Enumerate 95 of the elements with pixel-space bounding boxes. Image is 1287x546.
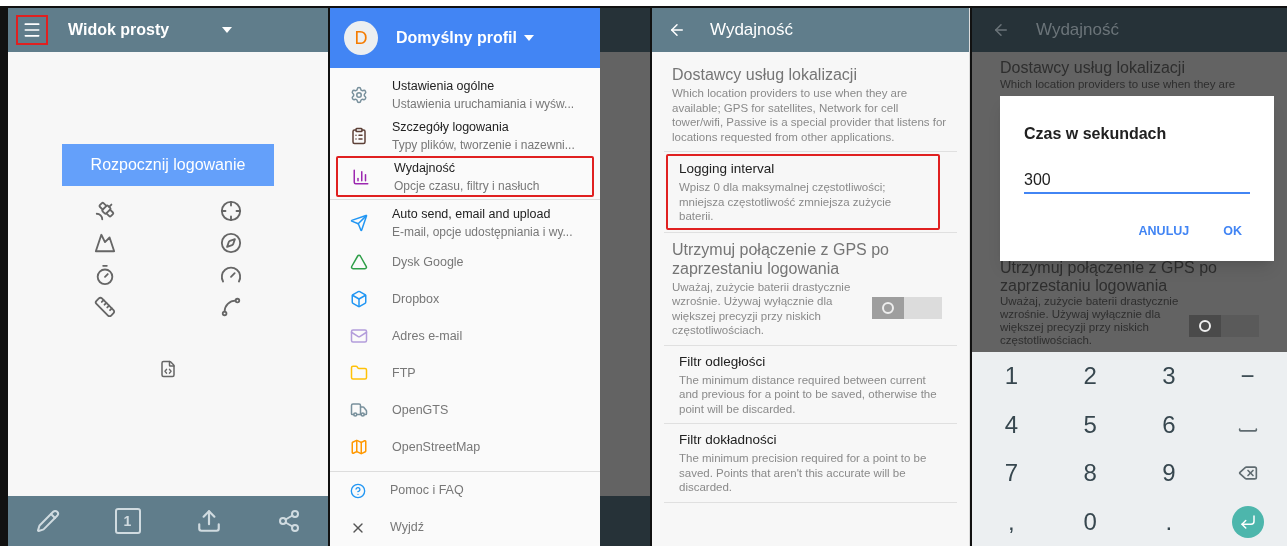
setting-title: Filtr dokładności bbox=[679, 431, 778, 449]
keyboard-key[interactable]: 4 bbox=[972, 400, 1051, 449]
drawer-item-title: Adres e-mail bbox=[392, 327, 463, 345]
drawer-item-subtitle: E-mail, opcje udostępniania i wy... bbox=[392, 223, 573, 241]
drawer-item-title: Ustawienia ogólne bbox=[392, 77, 496, 95]
keyboard-key[interactable]: 2 bbox=[1050, 352, 1130, 401]
compass-icon bbox=[220, 232, 242, 254]
drawer-footer-item[interactable]: Pomoc i FAQ bbox=[330, 472, 600, 509]
drawer-item[interactable]: OpenStreetMap bbox=[336, 428, 594, 465]
stopwatch-icon bbox=[94, 264, 116, 286]
setting-description: The minimum precision required for a point to be saved. Points that aren't this accurate will be discarded. bbox=[679, 451, 928, 495]
path-icon bbox=[220, 296, 242, 318]
drawer-item-title: Dysk Google bbox=[392, 253, 464, 271]
screen-title: Wydajność bbox=[710, 19, 793, 42]
view-title[interactable]: Widok prosty bbox=[68, 18, 170, 42]
setting-description: Uważaj, zużycie baterii drastycznie wzrośnie. Używaj wyłącznie dla większej precyzji przy niskich częstotliwościach. bbox=[672, 279, 852, 338]
help-icon bbox=[350, 482, 366, 499]
setting-description: Wpisz 0 dla maksymalnej częstotliwości; mniejsza częstotliwość zmniejsza zużycie baterii. bbox=[679, 180, 893, 224]
envelope-icon bbox=[350, 326, 368, 345]
dropdown-caret-icon bbox=[522, 34, 535, 42]
setting-item[interactable]: Filtr odległości The minimum distance required between current and previous for a point to be saved, otherwise the point will be discarded. bbox=[664, 345, 957, 424]
menu-button[interactable] bbox=[16, 15, 48, 45]
triangle-icon bbox=[350, 252, 368, 271]
setting-item[interactable]: Filtr dokładności The minimum precision required for a point to be saved. Points that aren't this accurate will be discarded. bbox=[664, 424, 957, 503]
drawer-item[interactable]: Dysk Google bbox=[336, 243, 594, 280]
setting-title: Filtr odległości bbox=[679, 352, 767, 371]
keyboard-key[interactable]: 1 bbox=[972, 352, 1051, 401]
drawer-item[interactable]: Ustawienia ogólne Ustawienia uruchamiania i wyśw... bbox=[336, 74, 594, 115]
keyboard-key[interactable]: 8 bbox=[1050, 449, 1130, 498]
pencil-icon[interactable] bbox=[35, 509, 60, 533]
folder-icon bbox=[350, 363, 368, 382]
send-icon bbox=[350, 213, 368, 232]
file-icon bbox=[159, 360, 177, 378]
ruler-icon bbox=[94, 296, 116, 318]
avatar: D bbox=[344, 21, 378, 55]
keyboard-key[interactable]: , bbox=[972, 497, 1051, 546]
drawer-item[interactable]: OpenGTS bbox=[336, 391, 594, 428]
truck-icon bbox=[350, 400, 368, 419]
dialog-button[interactable]: OK bbox=[1223, 222, 1242, 241]
mountain-icon bbox=[94, 232, 116, 254]
keyboard-key[interactable]: 6 bbox=[1129, 400, 1209, 449]
drawer-item-subtitle: Typy plików, tworzenie i nazewni... bbox=[392, 136, 575, 154]
drawer-item-title: OpenGTS bbox=[392, 401, 449, 419]
back-icon[interactable] bbox=[668, 21, 686, 39]
drawer-item-subtitle: Opcje czasu, filtry i nasłuch bbox=[394, 177, 540, 195]
keyboard-key[interactable]: 5 bbox=[1050, 400, 1130, 449]
keyboard-key[interactable]: 0 bbox=[1050, 497, 1130, 546]
drawer-footer-item[interactable]: Wyjdź bbox=[330, 509, 600, 546]
setting-item[interactable]: Utrzymuj połączenie z GPS po zaprzestaniu logowania Uważaj, zużycie baterii drastycznie wzrośnie. Używaj wyłącznie dla większej precyzji przy niskich częstotliwościach. bbox=[664, 232, 957, 346]
keyboard-key[interactable]: 7 bbox=[972, 449, 1051, 498]
bar-chart-icon bbox=[352, 167, 370, 186]
target-icon bbox=[220, 200, 242, 222]
screen-title: Wydajność bbox=[1036, 19, 1119, 42]
drawer-item[interactable]: Szczegóły logowania Typy plików, tworzenie i nazewni... bbox=[336, 115, 594, 156]
upload-icon[interactable] bbox=[195, 508, 222, 534]
setting-title: Dostawcy usług lokalizacji bbox=[672, 65, 858, 84]
keyboard-key[interactable]: 9 bbox=[1129, 449, 1209, 498]
setting-description: The minimum distance required between current and previous for a point to be saved, otherwise the point will be discarded. bbox=[679, 372, 938, 416]
satellite-icon bbox=[94, 200, 116, 222]
drawer-item-title: Pomoc i FAQ bbox=[390, 482, 464, 500]
dropdown-caret-icon bbox=[221, 26, 234, 34]
drawer-item[interactable]: Dropbox bbox=[336, 280, 594, 317]
drawer-item-title: Wydajność bbox=[394, 159, 457, 177]
setting-title: Utrzymuj połączenie z GPS po zaprzestaniu logowania bbox=[672, 239, 890, 278]
drawer-item[interactable]: Wydajność Opcje czasu, filtry i nasłuch bbox=[336, 156, 594, 197]
setting-description: Which location providers to use when they are available; GPS for satellites, Network for cell tower/wifi, Passive is a special provider that listens for locations requested from other applications. bbox=[672, 86, 948, 144]
toggle-switch[interactable] bbox=[872, 296, 942, 319]
menu-icon bbox=[22, 20, 42, 40]
profile-title[interactable]: Domyślny profil bbox=[396, 26, 517, 50]
dialog-title: Czas w sekundach bbox=[1024, 124, 1168, 144]
enter-key[interactable] bbox=[1231, 505, 1264, 538]
gear-icon bbox=[350, 85, 368, 104]
drawer-item-title: FTP bbox=[392, 364, 416, 382]
drawer-item[interactable]: Adres e-mail bbox=[336, 317, 594, 354]
enter-icon bbox=[1238, 512, 1257, 531]
map-icon bbox=[350, 437, 368, 456]
drawer-item[interactable]: Auto send, email and upload E-mail, opcje udostępniania i wy... bbox=[336, 202, 594, 243]
dialog-button[interactable]: ANULUJ bbox=[1138, 222, 1190, 241]
drawer-item-title: Auto send, email and upload bbox=[392, 205, 552, 223]
input-field[interactable]: 300 bbox=[1024, 168, 1250, 194]
toggle-switch[interactable] bbox=[1189, 315, 1259, 337]
keyboard-key[interactable]: . bbox=[1129, 497, 1209, 546]
keyboard-key[interactable]: 3 bbox=[1129, 352, 1209, 401]
clipboard-icon bbox=[350, 126, 368, 145]
drawer-item[interactable]: FTP bbox=[336, 354, 594, 391]
box-icon bbox=[350, 289, 368, 308]
drawer-item-title: Szczegóły logowania bbox=[392, 118, 510, 136]
keyboard-key[interactable]: − bbox=[1208, 352, 1287, 401]
drawer-item-subtitle: Ustawienia uruchamiania i wyśw... bbox=[392, 95, 575, 113]
share-icon[interactable] bbox=[276, 509, 301, 533]
drawer-item-title: Wyjdź bbox=[390, 519, 424, 537]
drawer-item-title: Dropbox bbox=[392, 290, 440, 308]
setting-title: Logging interval bbox=[679, 160, 776, 178]
back-icon[interactable] bbox=[992, 21, 1010, 39]
drawer-item-title: OpenStreetMap bbox=[392, 438, 481, 456]
